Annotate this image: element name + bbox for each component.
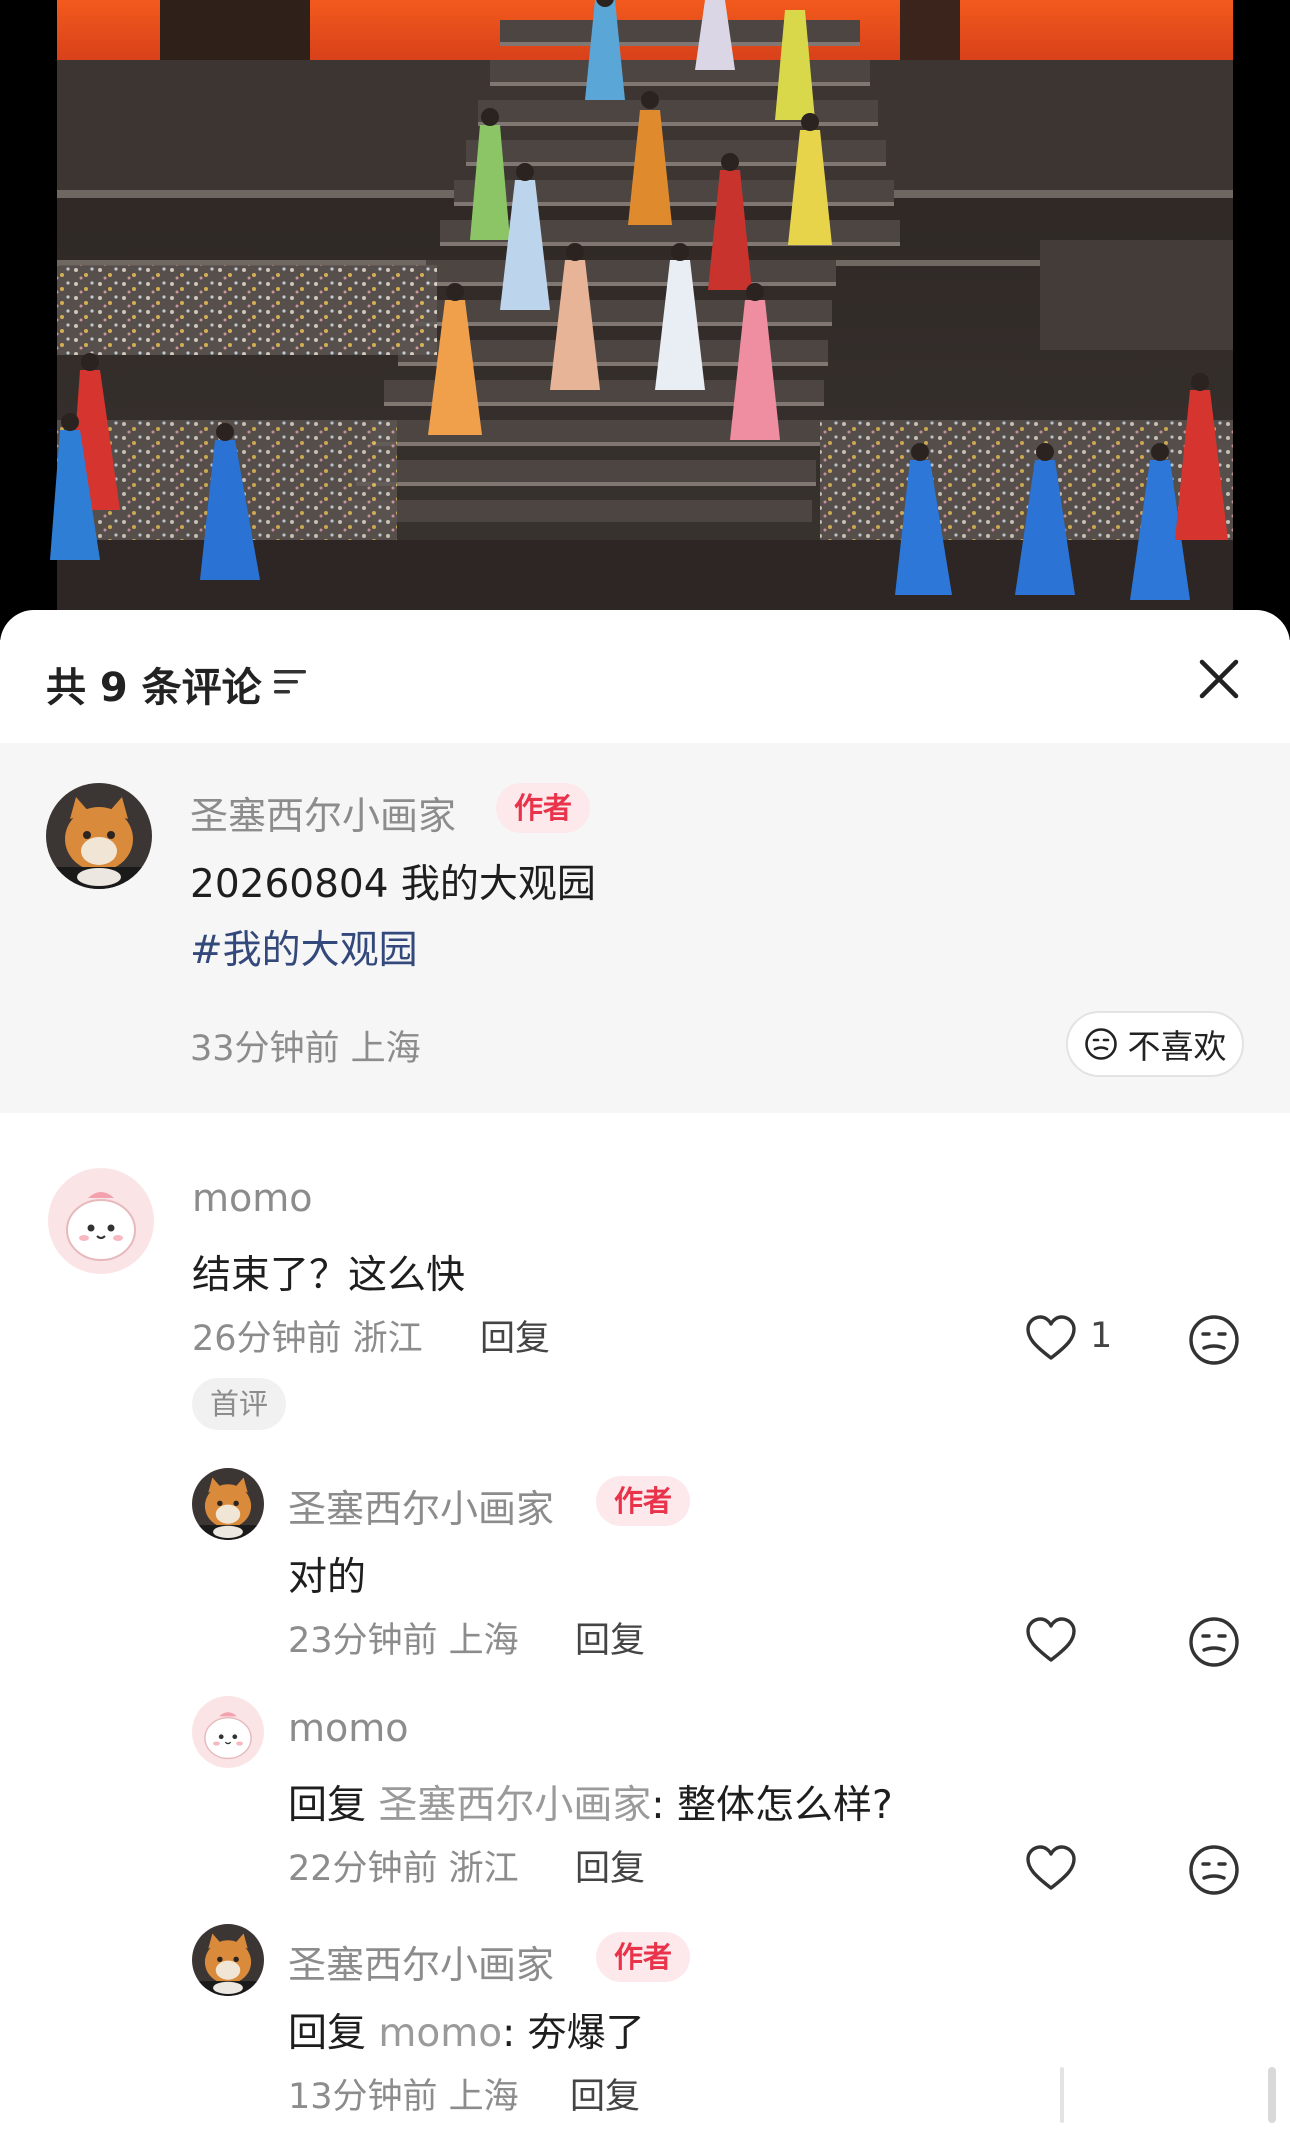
dislike-label: 不喜欢 <box>1127 1027 1227 1066</box>
reply-prefix: 回复 <box>288 1783 379 1828</box>
avatar[interactable] <box>192 1696 264 1768</box>
reply-text: : 整体怎么样? <box>651 1783 893 1828</box>
neutral-face-icon[interactable] <box>1188 1844 1240 1896</box>
comment-text: 对的 <box>288 1555 367 1600</box>
avatar[interactable] <box>46 783 152 889</box>
username[interactable]: 圣塞西尔小画家 <box>288 1934 554 1989</box>
author-badge: 作者 <box>596 1932 691 1982</box>
comment-text: 回复 圣塞西尔小画家: 整体怎么样? <box>288 1774 893 1830</box>
reply-button[interactable]: 回复 <box>480 1310 550 1361</box>
scrollbar-track <box>1060 2067 1064 2123</box>
avatar[interactable] <box>48 1168 154 1274</box>
comment-meta: 22分钟前 浙江 <box>288 1849 519 1889</box>
dislike-button[interactable]: 不喜欢 <box>1066 1011 1244 1077</box>
comment-text: 回复 momo: 夯爆了 <box>288 2002 645 2058</box>
author-badge: 作者 <box>496 783 591 833</box>
username[interactable]: momo <box>288 1706 409 1750</box>
neutral-face-icon[interactable] <box>1188 1314 1240 1366</box>
author-badge: 作者 <box>596 1476 691 1526</box>
stage-photo <box>0 0 1290 640</box>
username[interactable]: momo <box>192 1176 313 1220</box>
heart-icon[interactable] <box>1024 1616 1078 1664</box>
reply-button[interactable]: 回复 <box>575 1840 645 1891</box>
first-comment-tag: 首评 <box>192 1378 287 1430</box>
close-icon[interactable] <box>1194 654 1244 704</box>
pinned-author-comment: 圣塞西尔小画家 作者 20260804 我的大观园 #我的大观园 33分钟前 上… <box>0 743 1290 1113</box>
mention-username[interactable]: momo <box>378 2011 502 2056</box>
mention-username[interactable]: 圣塞西尔小画家 <box>378 1783 651 1828</box>
neutral-face-icon <box>1084 1028 1117 1060</box>
comments-header: 共 9 条评论 <box>0 610 1290 743</box>
avatar[interactable] <box>192 1924 264 1996</box>
comment-meta: 13分钟前 上海 <box>288 2077 519 2117</box>
reply-text: : 夯爆了 <box>502 2011 645 2056</box>
reply-button[interactable]: 回复 <box>570 2068 640 2119</box>
comment-meta: 26分钟前 浙江 <box>192 1319 423 1359</box>
reply-prefix: 回复 <box>288 2011 379 2056</box>
neutral-face-icon[interactable] <box>1188 1616 1240 1668</box>
hashtag-link[interactable]: #我的大观园 <box>190 919 418 975</box>
comments-sheet: 共 9 条评论 圣塞西尔小画家 作者 20260804 我的大观园 #我的大观园… <box>0 610 1290 2141</box>
comment-text: 结束了？这么快 <box>192 1253 466 1298</box>
scrollbar-thumb[interactable] <box>1268 2067 1276 2123</box>
username[interactable]: 圣塞西尔小画家 <box>288 1478 554 1533</box>
video-preview[interactable] <box>0 0 1290 640</box>
reply-button[interactable]: 回复 <box>575 1612 645 1663</box>
comment-meta: 23分钟前 上海 <box>288 1621 519 1661</box>
heart-icon[interactable] <box>1024 1844 1078 1892</box>
avatar[interactable] <box>192 1468 264 1540</box>
like-count: 1 <box>1090 1316 1113 1356</box>
comment-meta: 33分钟前 上海 <box>190 1029 421 1069</box>
sort-lines-icon[interactable] <box>272 666 308 698</box>
comment-text: 20260804 我的大观园 <box>190 862 596 907</box>
comment-count-title: 共 9 条评论 <box>46 665 262 711</box>
username[interactable]: 圣塞西尔小画家 <box>190 785 456 840</box>
heart-icon[interactable] <box>1024 1314 1078 1362</box>
